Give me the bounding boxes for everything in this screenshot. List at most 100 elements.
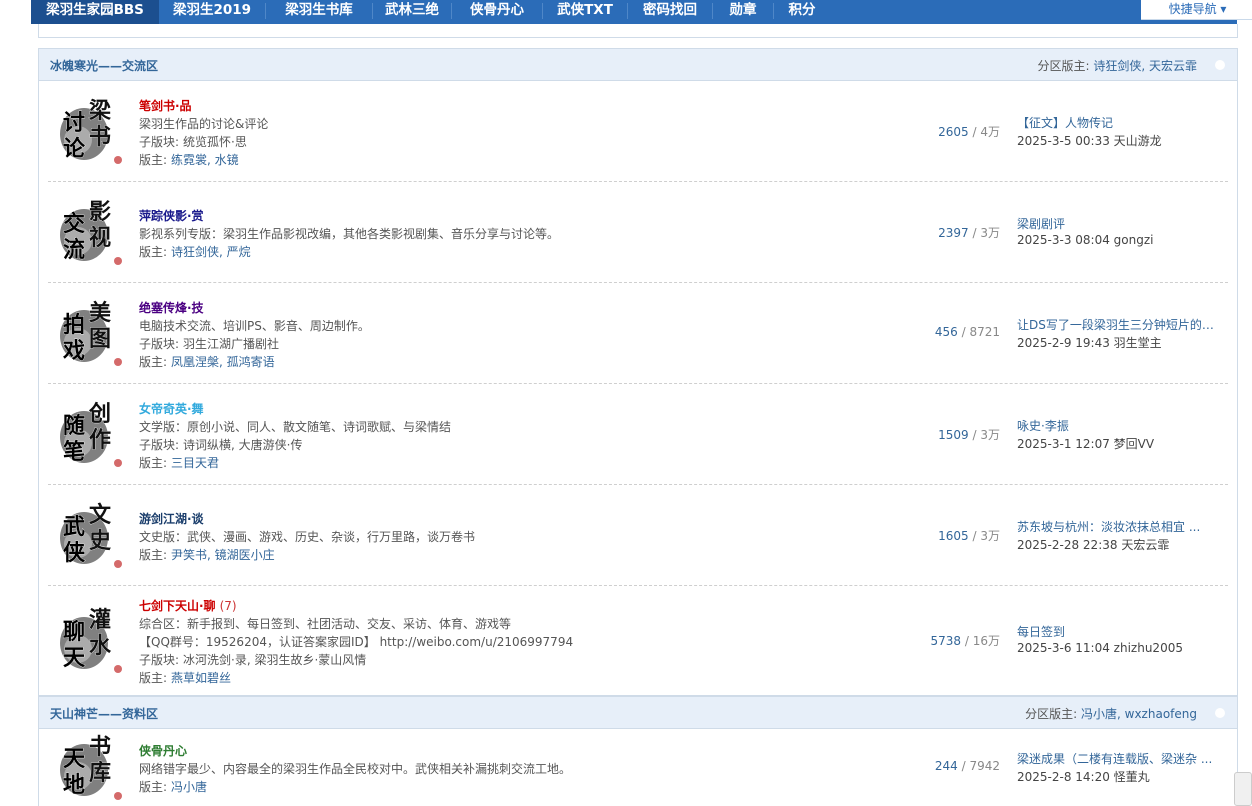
section-title[interactable]: 冰魄寒光——交流区: [50, 57, 158, 74]
last-post-title-link[interactable]: 咏史·李振: [1017, 417, 1217, 434]
last-post-meta[interactable]: 2025-3-5 00:33 天山游龙: [1017, 132, 1217, 149]
moderator-links[interactable]: 凤凰涅槃, 孤鸿寄语: [171, 355, 275, 369]
subforum-links[interactable]: 冰河洗剑·录, 梁羽生故乡·蒙山风情: [183, 653, 366, 667]
forum-logo-char: 流: [63, 237, 85, 263]
forum-name: 笔剑书·品: [139, 99, 192, 113]
moderator-label: 版主:: [139, 456, 168, 470]
subforum-line: 子版块: 诗词纵横, 大唐游侠·传: [139, 436, 303, 453]
forum-name-link[interactable]: 侠骨丹心: [139, 742, 187, 759]
subforum-line: 子版块: 冰河洗剑·录, 梁羽生故乡·蒙山风情: [139, 651, 366, 668]
subforum-links[interactable]: 统览孤怀·思: [183, 135, 247, 149]
subforum-label: 子版块:: [139, 337, 180, 351]
last-post-title-link[interactable]: 梁剧剧评: [1017, 215, 1217, 232]
forum-logo-char: 作: [89, 427, 111, 453]
section-title[interactable]: 天山神芒——资料区: [50, 705, 158, 722]
moderator-links[interactable]: 诗狂剑侠, 严烷: [171, 245, 251, 259]
moderator-line: 版主: 凤凰涅槃, 孤鸿寄语: [139, 353, 275, 370]
moderator-links[interactable]: 冯小唐: [171, 780, 207, 794]
moderator-label: 版主:: [139, 671, 168, 685]
subforum-links[interactable]: 羽生江湖广播剧社: [183, 337, 279, 351]
section-mod-names[interactable]: 诗狂剑侠, 天宏云霏: [1093, 59, 1197, 73]
forum-logo-icon[interactable]: 梁书讨论: [54, 96, 126, 168]
forum-name-link[interactable]: 绝塞传烽·技: [139, 299, 204, 316]
last-post-meta[interactable]: 2025-3-6 11:04 zhizhu2005: [1017, 641, 1217, 655]
last-post-title-link[interactable]: 梁迷成果（二楼有连载版、梁迷杂 ...: [1017, 750, 1217, 767]
last-post-title-link[interactable]: 每日签到: [1017, 623, 1217, 640]
last-post-meta[interactable]: 2025-3-3 08:04 gongzi: [1017, 233, 1217, 247]
forum-logo-char: 灌: [89, 607, 111, 633]
forum-stats: 2605 / 4万: [938, 123, 1000, 140]
nav-item-medals[interactable]: 勋章: [713, 0, 773, 24]
forum-row: 影视交流萍踪侠影·赏 影视系列专版：梁羽生作品影视改编，其他各类影视剧集、音乐分享…: [48, 182, 1228, 283]
last-post-title-link[interactable]: 【征文】人物传记: [1017, 114, 1217, 131]
last-post-meta[interactable]: 2025-2-8 14:20 怪董丸: [1017, 768, 1217, 785]
forum-row: 梁书讨论笔剑书·品 梁羽生作品的讨论&评论 子版块: 统览孤怀·思 版主: 练霓裳, 水镜…: [48, 81, 1228, 182]
forum-description: 梁羽生作品的讨论&评论: [139, 117, 269, 131]
moderator-links[interactable]: 练霓裳, 水镜: [171, 153, 239, 167]
moderator-label: 版主:: [139, 245, 168, 259]
forum-name-link[interactable]: 游剑江湖·谈: [139, 510, 204, 527]
nav-item-lys2019[interactable]: 梁羽生2019: [159, 0, 265, 24]
forum-logo-char: 美: [89, 300, 112, 326]
subforum-label: 子版块:: [139, 135, 180, 149]
stats-separator: /: [968, 226, 981, 240]
nav-item-home[interactable]: 梁羽生家园BBS: [31, 0, 159, 24]
thread-count: 2605: [938, 125, 969, 139]
section-mod-names[interactable]: 冯小唐, wxzhaofeng: [1081, 707, 1197, 721]
forum-logo-icon[interactable]: 灌水聊天: [54, 605, 126, 677]
forum-row: 灌水聊天七剑下天山·聊 (7) 综合区：新手报到、每日签到、社团活动、交友、采访、体…: [48, 586, 1228, 696]
last-post-meta[interactable]: 2025-2-9 19:43 羽生堂主: [1017, 334, 1217, 351]
post-count: 7942: [969, 759, 1000, 773]
subforum-label: 子版块:: [139, 653, 180, 667]
forum-logo-char: 视: [89, 225, 111, 251]
stats-separator: /: [968, 125, 981, 139]
nav-item-password[interactable]: 密码找回: [628, 0, 712, 24]
forum-stats: 5738 / 16万: [931, 632, 1001, 649]
last-post-meta[interactable]: 2025-3-1 12:07 梦回VV: [1017, 435, 1217, 452]
last-post-title-link[interactable]: 苏东坡与杭州：淡妆浓抹总相宜 ...: [1017, 518, 1217, 535]
scrollbar-thumb[interactable]: [1234, 772, 1252, 806]
nav-item-wulin[interactable]: 武林三绝: [373, 0, 451, 24]
forum-logo-char: 影: [89, 199, 111, 225]
thread-count: 456: [934, 325, 958, 339]
stats-separator: /: [961, 634, 973, 648]
forum-logo-icon[interactable]: 文史武侠: [54, 500, 126, 572]
quick-nav-button[interactable]: 快捷导航 ▾: [1141, 0, 1252, 20]
moderator-links[interactable]: 三目天君: [171, 456, 219, 470]
forum-description: 网络错字最少、内容最全的梁羽生作品全民校对中。武侠相关补漏挑刺交流工地。: [139, 762, 572, 776]
forum-name: 女帝奇英·舞: [139, 402, 204, 416]
forum-name-link[interactable]: 萍踪侠影·赏: [139, 207, 204, 224]
forum-logo-char: 地: [63, 772, 85, 798]
moderator-line: 版主: 诗狂剑侠, 严烷: [139, 243, 251, 260]
forum-logo-icon[interactable]: 美图拍戏: [54, 298, 126, 370]
last-post-title-link[interactable]: 让DS写了一段梁羽生三分钟短片的 ...: [1017, 316, 1217, 333]
nav-item-xiagudanxin[interactable]: 侠骨丹心: [452, 0, 542, 24]
forum-logo-char: 论: [63, 136, 86, 162]
forum-logo-char: 史: [89, 528, 112, 554]
nav-item-txt[interactable]: 武侠TXT: [543, 0, 627, 24]
collapse-toggle-icon[interactable]: [1215, 708, 1225, 718]
forum-logo-char: 水: [89, 633, 112, 659]
nav-item-points[interactable]: 积分: [774, 0, 830, 24]
section-mod-label: 分区版主:: [1037, 59, 1090, 73]
thread-count: 244: [934, 759, 958, 773]
forum-name-link[interactable]: 笔剑书·品: [139, 97, 192, 114]
forum-logo-char: 图: [89, 326, 111, 352]
moderator-links[interactable]: 燕草如碧丝: [171, 671, 231, 685]
forum-logo-icon[interactable]: 书库天地: [54, 732, 126, 804]
forum-row: 创作随笔女帝奇英·舞 文学版：原创小说、同人、散文随笔、诗词歌赋、与梁情结 子版块:…: [48, 384, 1228, 485]
stats-separator: /: [968, 428, 981, 442]
forum-logo-icon[interactable]: 影视交流: [54, 197, 126, 269]
forum-logo-icon[interactable]: 创作随笔: [54, 399, 126, 471]
last-post-meta[interactable]: 2025-2-28 22:38 天宏云霏: [1017, 536, 1217, 553]
thread-count: 5738: [930, 634, 962, 648]
collapse-toggle-icon[interactable]: [1215, 60, 1225, 70]
forum-stats: 1509 / 3万: [938, 426, 1000, 443]
nav-item-library[interactable]: 梁羽生书库: [266, 0, 372, 24]
forum-logo-char: 梁: [88, 98, 111, 124]
thread-count: 1509: [938, 428, 969, 442]
subforum-links[interactable]: 诗词纵横, 大唐游侠·传: [183, 438, 302, 452]
forum-name-link[interactable]: 女帝奇英·舞: [139, 400, 204, 417]
moderator-links[interactable]: 尹笑书, 镜湖医小庄: [171, 548, 275, 562]
forum-name-link[interactable]: 七剑下天山·聊 (7): [139, 597, 237, 614]
